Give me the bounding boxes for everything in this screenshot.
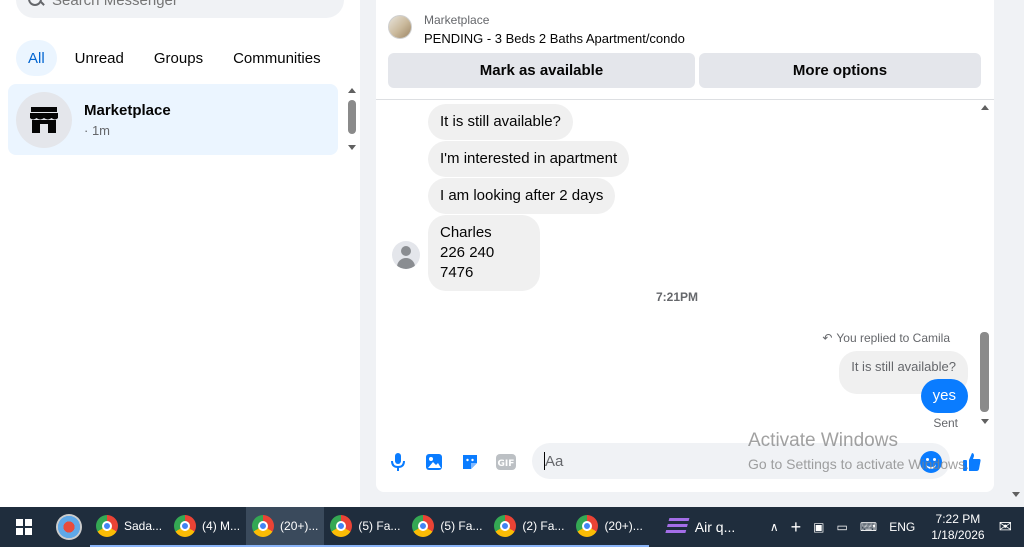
chat-panel: Marketplace PENDING - 3 Beds 2 Baths Apa… bbox=[376, 0, 994, 492]
taskbar-app-label: (5) Fa... bbox=[440, 519, 483, 533]
mark-as-available-button[interactable]: Mark as available bbox=[388, 53, 695, 88]
chat-scrollbar[interactable] bbox=[978, 100, 992, 430]
chrome-icon bbox=[330, 515, 353, 537]
message-timestamp: 7:21PM bbox=[655, 290, 699, 304]
reply-note: ↶ You replied to Camila bbox=[822, 331, 950, 345]
gif-icon[interactable]: GIF bbox=[494, 450, 518, 474]
incoming-message[interactable]: I am looking after 2 days bbox=[428, 178, 616, 214]
composer: GIF bbox=[376, 436, 994, 492]
camera-icon[interactable]: ▣ bbox=[813, 520, 824, 534]
taskbar-app-label: (4) M... bbox=[202, 519, 241, 533]
conversation-sidebar: All Unread Groups Communities Marketplac… bbox=[0, 0, 360, 507]
microphone-icon[interactable] bbox=[386, 450, 410, 474]
taskbar-app-chrome[interactable]: Sada... bbox=[90, 507, 169, 547]
chrome-icon bbox=[96, 515, 118, 537]
incoming-message[interactable]: It is still available? bbox=[428, 104, 573, 140]
network-icon[interactable]: ▭ bbox=[837, 520, 848, 534]
taskbar-app-label: (20+)... bbox=[604, 519, 643, 533]
scroll-up-arrow[interactable] bbox=[981, 105, 989, 110]
message-line: Charles bbox=[440, 224, 492, 241]
listing-header: Marketplace PENDING - 3 Beds 2 Baths Apa… bbox=[376, 0, 994, 100]
svg-text:GIF: GIF bbox=[498, 459, 515, 469]
filter-chips: All Unread Groups Communities bbox=[16, 40, 333, 76]
listing-label: Marketplace bbox=[424, 13, 490, 27]
screen: All Unread Groups Communities Marketplac… bbox=[0, 0, 1024, 547]
message-input-box[interactable] bbox=[532, 443, 950, 479]
filter-communities[interactable]: Communities bbox=[221, 40, 333, 76]
chrome-icon bbox=[576, 515, 599, 537]
chrome-icon bbox=[412, 515, 435, 537]
incoming-message[interactable]: I'm interested in apartment bbox=[428, 141, 630, 177]
more-options-button[interactable]: More options bbox=[699, 53, 981, 88]
language-indicator[interactable]: ENG bbox=[889, 520, 915, 534]
notifications-icon[interactable]: ✉ bbox=[999, 517, 1012, 537]
pinned-app-icon[interactable] bbox=[56, 514, 82, 540]
scroll-thumb[interactable] bbox=[980, 332, 989, 412]
taskbar-app-chrome[interactable]: (2) Fa... bbox=[488, 507, 571, 547]
taskbar-app-label: (5) Fa... bbox=[358, 519, 401, 533]
scroll-down-arrow[interactable] bbox=[981, 419, 989, 424]
storefront-icon bbox=[30, 106, 58, 133]
sidebar-scrollbar[interactable] bbox=[344, 84, 358, 154]
search-input[interactable] bbox=[52, 0, 332, 9]
chevron-up-icon[interactable]: ∧ bbox=[770, 520, 779, 534]
delivery-status: Sent bbox=[933, 416, 958, 430]
conversation-item-marketplace[interactable]: Marketplace · 1m bbox=[8, 84, 338, 155]
photo-icon[interactable] bbox=[422, 450, 446, 474]
taskbar-app-chrome-active[interactable]: (20+)... bbox=[246, 507, 325, 547]
marketplace-avatar bbox=[16, 91, 72, 148]
taskbar-app-label: (2) Fa... bbox=[522, 519, 565, 533]
filter-unread[interactable]: Unread bbox=[63, 40, 136, 76]
sender-avatar[interactable] bbox=[392, 241, 420, 269]
conversation-name: Marketplace bbox=[84, 101, 171, 119]
listing-title[interactable]: PENDING - 3 Beds 2 Baths Apartment/condo bbox=[424, 31, 685, 46]
scroll-thumb[interactable] bbox=[348, 100, 356, 134]
plus-icon[interactable]: + bbox=[791, 517, 802, 538]
thumbs-up-icon[interactable] bbox=[960, 450, 984, 474]
outgoing-message[interactable]: yes bbox=[920, 379, 968, 413]
air-quality-icon bbox=[664, 518, 690, 536]
taskbar-app-chrome[interactable]: (4) M... bbox=[168, 507, 247, 547]
taskbar-app-label: (20+)... bbox=[280, 519, 319, 533]
windows-logo-icon bbox=[16, 519, 32, 535]
system-tray: ∧ + ▣ ▭ ⌨ ENG 7:22 PM 1/18/2026 ✉ bbox=[764, 507, 1024, 547]
air-quality-label: Air q... bbox=[694, 519, 736, 535]
page-scroll-down-arrow[interactable] bbox=[1012, 492, 1020, 497]
taskbar-app-label: Sada... bbox=[124, 519, 163, 533]
emoji-icon[interactable] bbox=[920, 451, 942, 473]
clock[interactable]: 7:22 PM 1/18/2026 bbox=[931, 511, 984, 543]
message-line: 226 240 7476 bbox=[440, 244, 495, 281]
message-list: It is still available? I'm interested in… bbox=[376, 100, 994, 436]
listing-thumbnail[interactable] bbox=[388, 15, 412, 39]
reply-note-text: You replied to Camila bbox=[836, 331, 950, 345]
filter-all[interactable]: All bbox=[16, 40, 57, 76]
message-input[interactable] bbox=[545, 452, 905, 470]
taskbar-app-chrome[interactable]: (5) Fa... bbox=[324, 507, 407, 547]
chrome-icon bbox=[174, 515, 197, 537]
incoming-message[interactable]: Charles 226 240 7476 bbox=[428, 215, 540, 291]
conversation-time: · 1m bbox=[84, 122, 110, 138]
chrome-icon bbox=[252, 515, 275, 537]
clock-date: 1/18/2026 bbox=[931, 528, 985, 542]
reply-arrow-icon: ↶ bbox=[822, 331, 833, 345]
search-icon bbox=[26, 0, 46, 10]
clock-time: 7:22 PM bbox=[935, 512, 981, 526]
chrome-icon bbox=[494, 515, 517, 537]
taskbar-app-chrome[interactable]: (20+)... bbox=[570, 507, 649, 547]
filter-groups[interactable]: Groups bbox=[142, 40, 215, 76]
taskbar: Sada... (4) M... (20+)... (5) Fa... (5) … bbox=[0, 507, 1024, 547]
scroll-down-arrow[interactable] bbox=[348, 145, 356, 150]
keyboard-icon[interactable]: ⌨ bbox=[860, 520, 877, 534]
air-quality-widget[interactable]: Air q... bbox=[664, 518, 736, 536]
scroll-up-arrow[interactable] bbox=[348, 88, 356, 93]
taskbar-app-chrome[interactable]: (5) Fa... bbox=[406, 507, 489, 547]
sticker-icon[interactable] bbox=[458, 450, 482, 474]
search-box[interactable] bbox=[16, 0, 344, 18]
start-button[interactable] bbox=[0, 507, 48, 547]
